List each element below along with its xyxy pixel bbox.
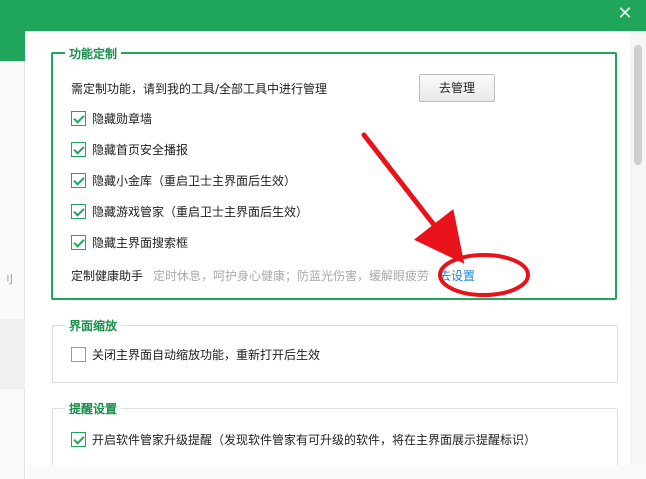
- option-label: 隐藏首页安全播报: [92, 143, 189, 157]
- reminder-title: 提醒设置: [65, 400, 122, 417]
- checkbox[interactable]: [71, 173, 86, 188]
- ui-zoom-group: 界面缩放 关闭主界面自动缩放功能，重新打开后生效: [52, 317, 618, 383]
- scrollbar[interactable]: [630, 31, 646, 479]
- health-settings-link[interactable]: 去设置: [439, 267, 475, 284]
- option-upgrade-reminder[interactable]: 开启软件管家升级提醒（发现软件管家有可升级的软件，将在主界面展示提醒标识）: [71, 431, 536, 448]
- option-label: 隐藏小金库（重启卫士主界面后生效）: [92, 174, 297, 188]
- option-label: 开启软件管家升级提醒（发现软件管家有可升级的软件，将在主界面展示提醒标识）: [92, 433, 537, 447]
- health-assistant-label: 定制健康助手: [71, 269, 144, 283]
- bottom-edge: [26, 465, 646, 479]
- option-disable-auto-zoom[interactable]: 关闭主界面自动缩放功能，重新打开后生效: [71, 346, 320, 363]
- title-bar: ✕: [0, 0, 646, 31]
- manage-note-text: 需定制功能，请到我的工具/全部工具中进行管理: [71, 82, 328, 96]
- option-label: 关闭主界面自动缩放功能，重新打开后生效: [92, 348, 321, 362]
- sidebar: 刂: [0, 31, 25, 479]
- checkbox[interactable]: [71, 432, 86, 447]
- function-custom-title: 功能定制: [65, 45, 122, 62]
- option-hide-search-box[interactable]: 隐藏主界面搜索框: [71, 234, 188, 251]
- function-custom-group: 功能定制 需定制功能，请到我的工具/全部工具中进行管理 去管理 隐藏勋章墙 隐藏…: [51, 45, 617, 300]
- checkbox[interactable]: [71, 347, 86, 362]
- health-assistant-row: 定制健康助手 定时休息，呵护身心健康；防蓝光伤害，缓解眼疲劳 去设置: [71, 267, 475, 284]
- sidebar-label-fragment: 刂: [2, 273, 13, 286]
- close-button[interactable]: ✕: [614, 3, 636, 25]
- settings-content: 功能定制 需定制功能，请到我的工具/全部工具中进行管理 去管理 隐藏勋章墙 隐藏…: [26, 31, 630, 479]
- sidebar-item[interactable]: [0, 319, 25, 389]
- option-label: 隐藏勋章墙: [92, 112, 153, 126]
- ui-zoom-title: 界面缩放: [65, 317, 122, 334]
- option-label: 隐藏主界面搜索框: [92, 236, 189, 250]
- option-hide-home-broadcast[interactable]: 隐藏首页安全播报: [71, 141, 188, 158]
- checkbox[interactable]: [71, 111, 86, 126]
- checkbox[interactable]: [71, 235, 86, 250]
- checkbox[interactable]: [71, 204, 86, 219]
- checkbox[interactable]: [71, 142, 86, 157]
- scrollbar-thumb[interactable]: [634, 45, 642, 165]
- option-hide-game-manager[interactable]: 隐藏游戏管家（重启卫士主界面后生效）: [71, 203, 308, 220]
- option-hide-medal-wall[interactable]: 隐藏勋章墙: [71, 110, 152, 127]
- option-label: 隐藏游戏管家（重启卫士主界面后生效）: [92, 205, 309, 219]
- health-assistant-desc: 定时休息，呵护身心健康；防蓝光伤害，缓解眼疲劳: [153, 269, 430, 283]
- option-hide-vault[interactable]: 隐藏小金库（重启卫士主界面后生效）: [71, 172, 296, 189]
- manage-note: 需定制功能，请到我的工具/全部工具中进行管理: [71, 80, 327, 97]
- manage-button[interactable]: 去管理: [419, 74, 495, 102]
- sidebar-active-item[interactable]: [0, 31, 25, 61]
